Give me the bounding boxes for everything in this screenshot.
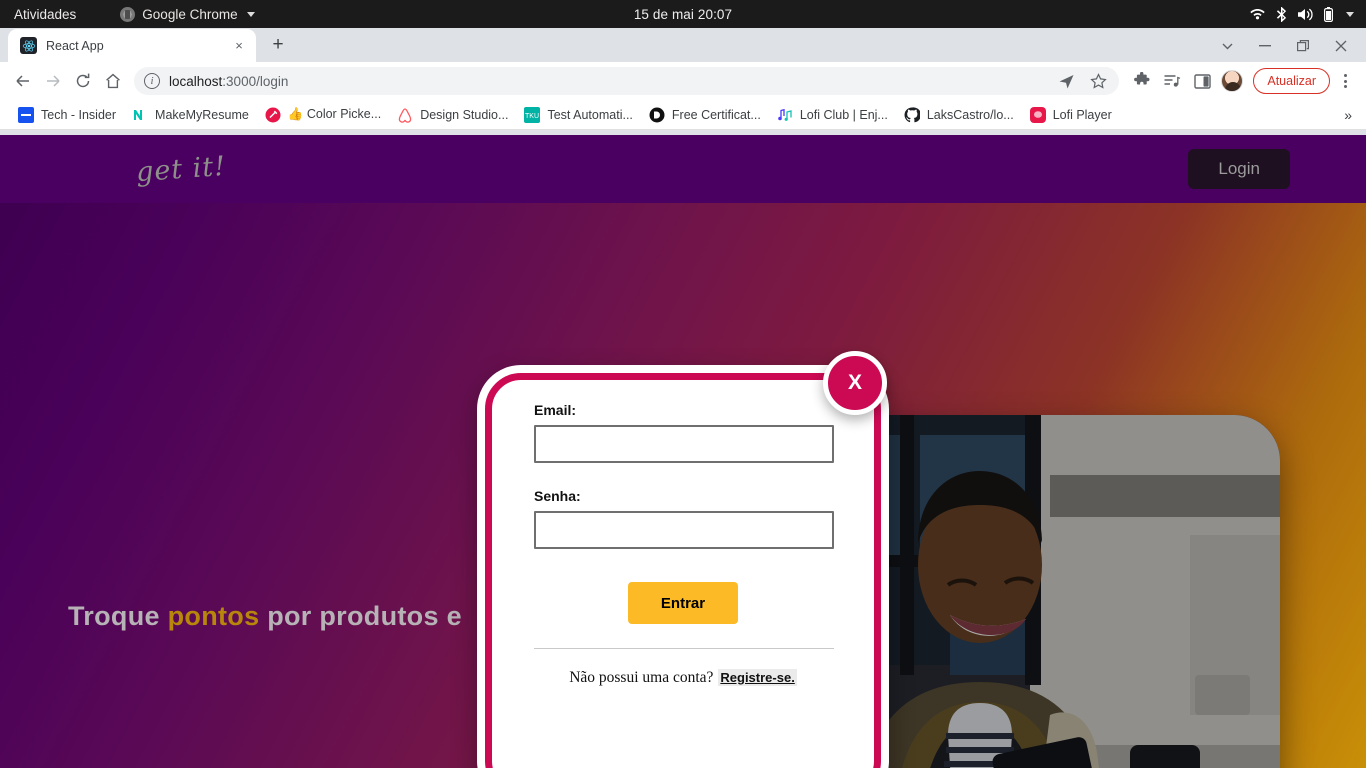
test-automation-icon: TKU xyxy=(524,106,541,123)
new-tab-button[interactable]: + xyxy=(264,31,292,59)
bookmark-github-lakscastro[interactable]: LaksCastro/lo... xyxy=(896,103,1022,127)
bookmark-lofi-player[interactable]: Lofi Player xyxy=(1022,103,1120,127)
password-field-group: Senha: xyxy=(534,488,834,549)
volume-icon xyxy=(1298,8,1313,20)
makemyresume-icon xyxy=(134,109,143,120)
bookmark-tech-insider[interactable]: Tech - Insider xyxy=(10,103,124,127)
clock[interactable]: 15 de mai 20:07 xyxy=(0,7,1366,22)
form-divider xyxy=(534,648,834,649)
login-button[interactable]: Login xyxy=(1188,149,1290,189)
forward-icon[interactable] xyxy=(38,66,68,96)
os-top-bar: Atividades Google Chrome 15 de mai 20:07 xyxy=(0,0,1366,28)
bookmark-label: MakeMyResume xyxy=(155,107,249,122)
react-logo-icon xyxy=(20,37,37,54)
bookmark-lofi-club[interactable]: Lofi Club | Enj... xyxy=(769,103,896,127)
minimize-icon[interactable] xyxy=(1246,32,1284,60)
bookmark-color-picker[interactable]: 👍 Color Picke... xyxy=(257,103,389,127)
puzzle-icon[interactable] xyxy=(1127,66,1157,96)
address-bar-url: localhost:3000/login xyxy=(169,74,288,89)
headline-suffix: por produtos e xyxy=(259,601,462,631)
window-controls xyxy=(1208,32,1360,60)
bookmark-label: 👍 Color Picke... xyxy=(287,107,382,121)
battery-icon xyxy=(1324,6,1333,22)
password-input[interactable] xyxy=(534,511,834,549)
side-panel-icon[interactable] xyxy=(1187,66,1217,96)
tab-title: React App xyxy=(46,38,104,53)
page-headline: Troque pontos por produtos e xyxy=(68,601,462,632)
submit-button[interactable]: Entrar xyxy=(628,582,738,624)
bookmarks-overflow-button[interactable]: » xyxy=(1336,107,1360,123)
design-studio-icon xyxy=(399,107,412,123)
headline-accent: pontos xyxy=(167,601,260,631)
url-host: localhost xyxy=(169,73,223,89)
bookmark-free-certificate[interactable]: Free Certificat... xyxy=(641,103,769,127)
bookmark-test-automation[interactable]: TKU Test Automati... xyxy=(516,103,640,127)
wifi-icon xyxy=(1250,9,1265,20)
share-icon[interactable] xyxy=(1051,66,1081,96)
password-label: Senha: xyxy=(534,488,581,504)
tab-close-icon[interactable]: × xyxy=(230,37,248,55)
bookmark-label: Tech - Insider xyxy=(41,107,117,122)
email-label: Email: xyxy=(534,402,577,418)
bookmark-design-studio[interactable]: Design Studio... xyxy=(389,103,516,127)
maximize-icon[interactable] xyxy=(1284,32,1322,60)
site-header: get it! Login xyxy=(0,135,1366,203)
bookmark-makemyresume[interactable]: MakeMyResume xyxy=(124,103,257,127)
browser-tab-react-app[interactable]: React App × xyxy=(8,29,256,62)
bookmark-label: Test Automati... xyxy=(547,107,633,122)
home-icon[interactable] xyxy=(98,66,128,96)
url-path: :3000/login xyxy=(222,73,289,89)
profile-avatar[interactable] xyxy=(1221,70,1244,92)
tab-search-chevron-icon[interactable] xyxy=(1208,32,1246,60)
close-icon[interactable] xyxy=(1322,32,1360,60)
kebab-menu-icon[interactable] xyxy=(1332,66,1358,96)
tab-strip: React App × + xyxy=(0,28,1366,62)
tray-chevron-down-icon[interactable] xyxy=(1346,11,1354,17)
headline-prefix: Troque xyxy=(68,601,168,631)
login-modal: Email: Senha: Entrar Não possui uma cont… xyxy=(477,365,889,768)
lofi-club-icon xyxy=(778,108,792,121)
register-link[interactable]: Registre-se. xyxy=(718,669,797,686)
system-tray[interactable] xyxy=(1250,6,1354,22)
color-picker-icon xyxy=(265,107,281,122)
svg-text:TKU: TKU xyxy=(525,113,539,120)
media-list-icon[interactable] xyxy=(1157,66,1187,96)
bookmark-label: Lofi Club | Enj... xyxy=(799,107,888,122)
reload-icon[interactable] xyxy=(68,66,98,96)
login-form: Email: Senha: Entrar Não possui uma cont… xyxy=(534,402,834,768)
modal-border-ring: Email: Senha: Entrar Não possui uma cont… xyxy=(485,373,881,768)
address-bar[interactable]: i localhost:3000/login xyxy=(134,66,1120,96)
modal-close-button[interactable]: X xyxy=(823,351,887,415)
bookmark-label: Free Certificat... xyxy=(671,107,761,122)
email-input[interactable] xyxy=(534,425,834,463)
brand-logo[interactable]: get it! xyxy=(135,150,227,187)
tech-insider-icon xyxy=(18,106,34,123)
register-question: Não possui uma conta? xyxy=(569,669,714,686)
update-button[interactable]: Atualizar xyxy=(1253,68,1330,94)
free-certificate-icon xyxy=(649,107,665,122)
bookmark-label: LaksCastro/lo... xyxy=(926,107,1014,122)
back-icon[interactable] xyxy=(8,66,38,96)
register-row: Não possui uma conta? Registre-se. xyxy=(534,669,832,687)
bluetooth-icon xyxy=(1276,6,1287,22)
bookmark-label: Design Studio... xyxy=(420,107,509,122)
bookmarks-bar: Tech - Insider MakeMyResume 👍 Color Pick… xyxy=(0,100,1366,130)
bookmark-label: Lofi Player xyxy=(1052,107,1112,122)
page-viewport: get it! Login Troque pontos por produtos… xyxy=(0,135,1366,768)
star-icon[interactable] xyxy=(1083,66,1113,96)
github-icon xyxy=(904,106,920,122)
lofi-player-icon xyxy=(1029,106,1046,123)
browser-toolbar: i localhost:3000/login Atualizar xyxy=(0,62,1366,100)
omnibox-actions xyxy=(1051,66,1113,96)
site-info-icon[interactable]: i xyxy=(144,73,160,89)
